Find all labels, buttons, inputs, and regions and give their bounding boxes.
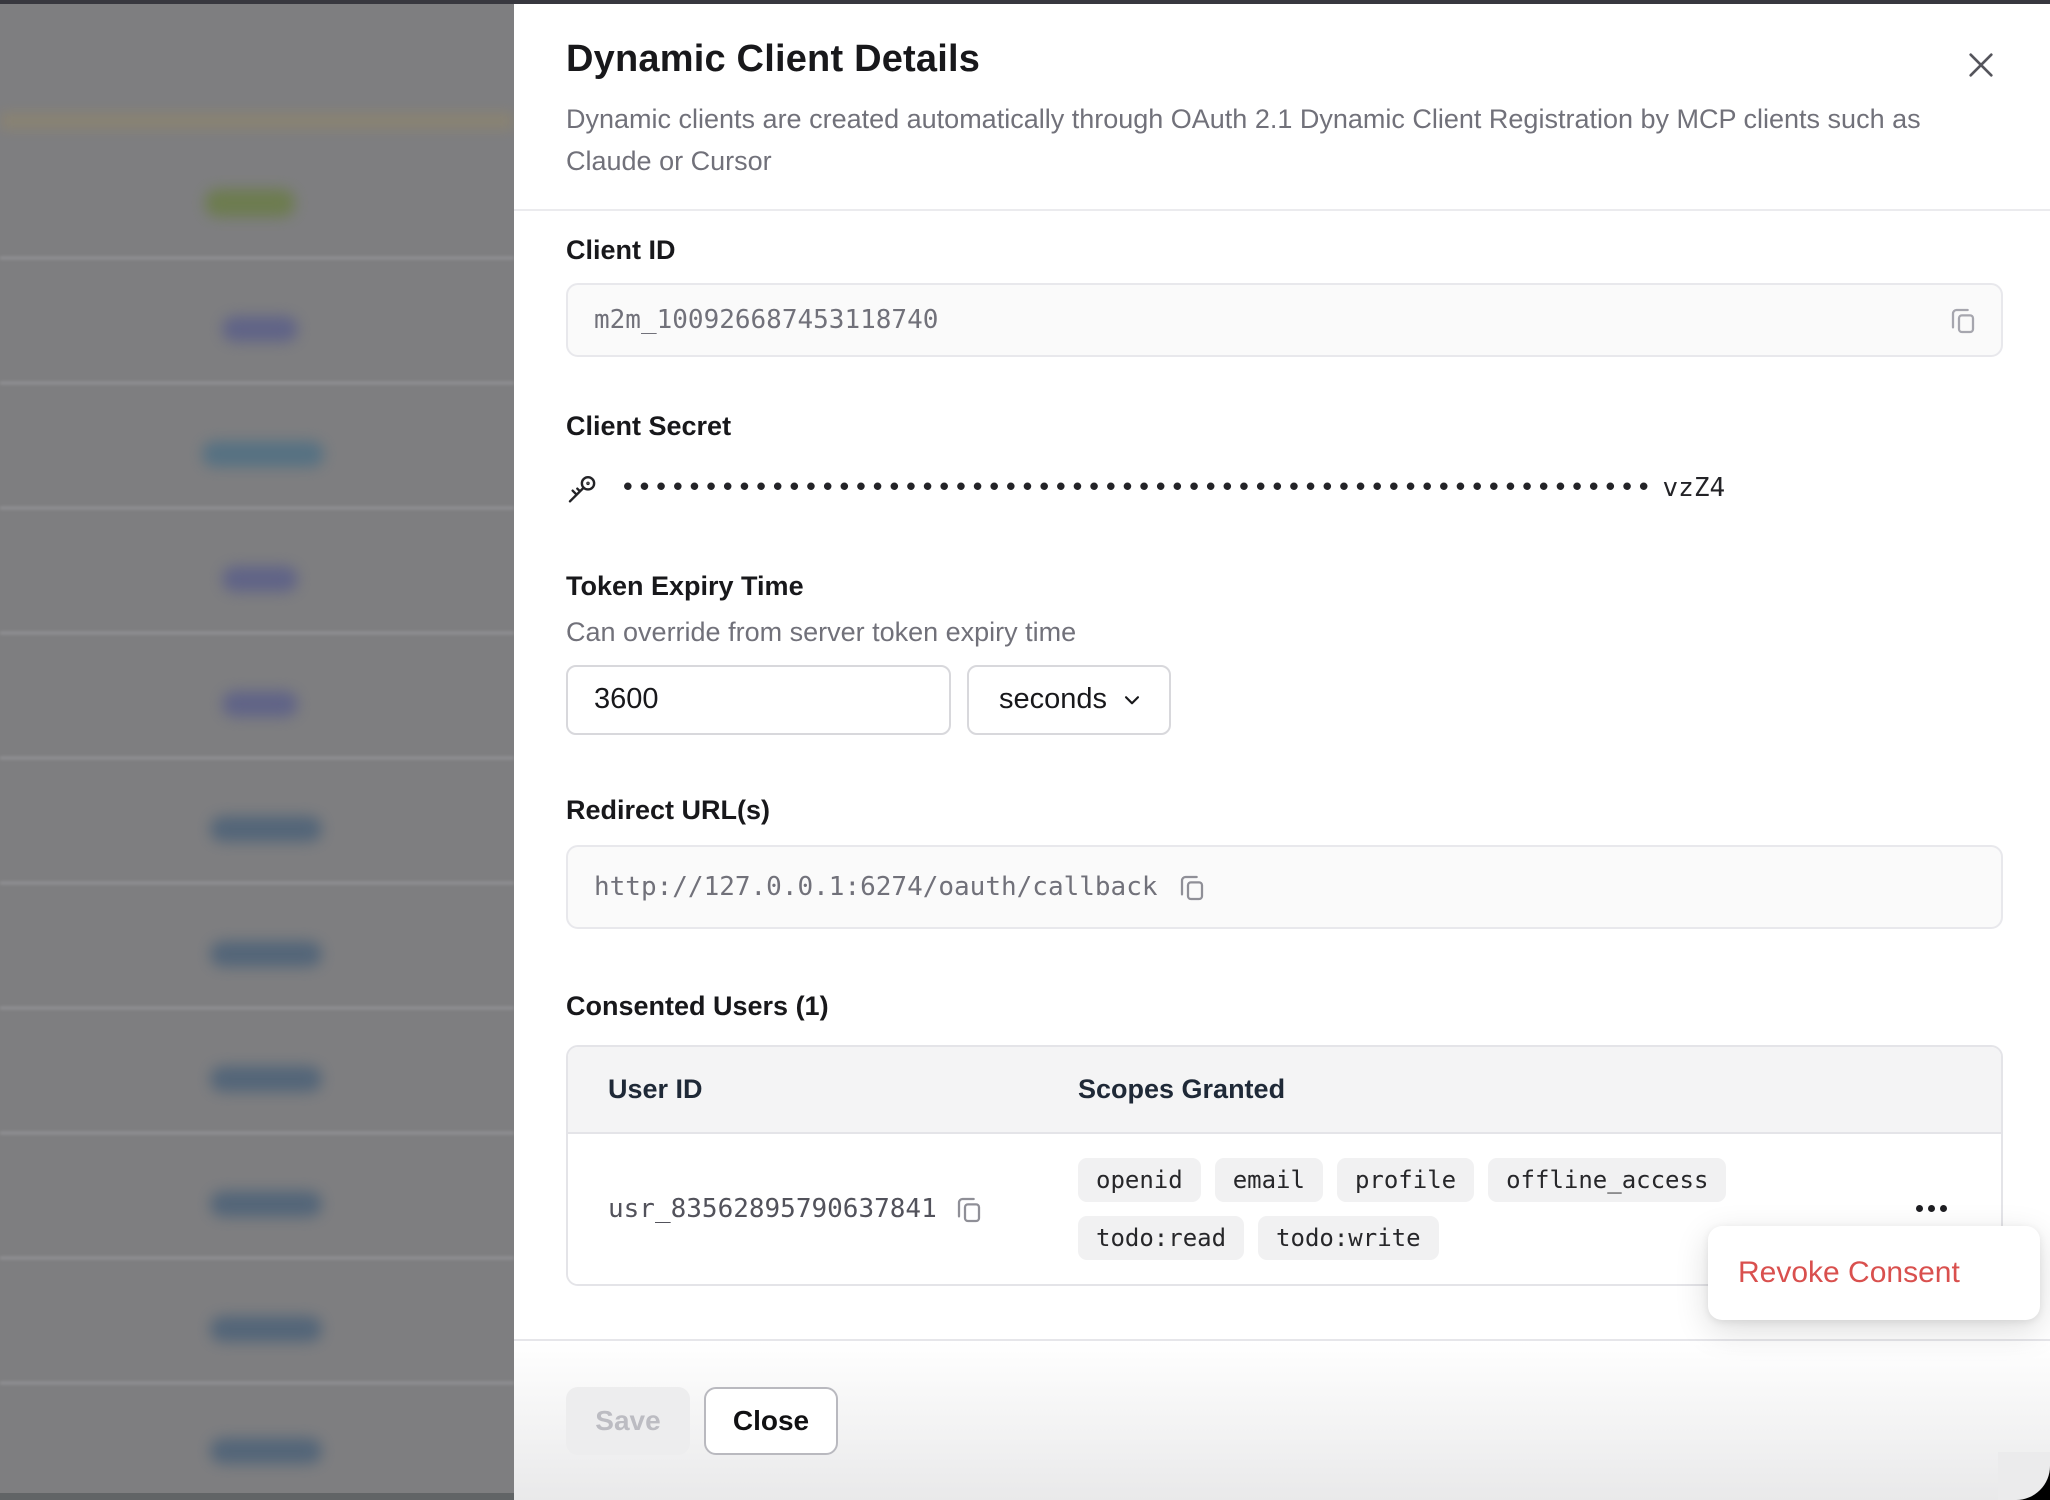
copy-client-id-button[interactable]	[1947, 303, 1979, 337]
token-expiry-input[interactable]	[566, 665, 951, 735]
close-button[interactable]: Close	[704, 1387, 838, 1455]
scope-chip: offline_access	[1488, 1158, 1726, 1202]
token-expiry-section: Token Expiry Time Can override from serv…	[566, 569, 2003, 735]
window-corner	[1998, 1452, 2050, 1500]
client-id-section: Client ID m2m_100926687453118740	[566, 233, 2003, 357]
client-secret-suffix: vzZ4	[1663, 473, 1726, 503]
consented-users-label: Consented Users (1)	[566, 989, 2003, 1023]
table-header-row: User ID Scopes Granted	[568, 1047, 2001, 1134]
column-header-scopes: Scopes Granted	[1078, 1074, 1881, 1105]
copy-redirect-url-button[interactable]	[1176, 870, 1208, 904]
scope-chip: profile	[1337, 1158, 1474, 1202]
window-top-bar	[0, 0, 2050, 4]
copy-icon	[953, 1192, 985, 1226]
token-expiry-label: Token Expiry Time	[566, 569, 2003, 603]
close-dialog-button[interactable]	[1960, 44, 2002, 86]
scope-chip: todo:write	[1258, 1216, 1439, 1260]
save-button[interactable]: Save	[566, 1387, 690, 1455]
user-id-cell: usr_83562895790637841	[568, 1192, 1078, 1226]
user-id-value: usr_83562895790637841	[608, 1194, 937, 1224]
client-secret-row: ••••••••••••••••••••••••••••••••••••••••…	[566, 467, 2003, 509]
close-icon	[1962, 46, 2000, 84]
backdrop-bottom-strip	[0, 1493, 514, 1500]
redirect-urls-section: Redirect URL(s) http://127.0.0.1:6274/oa…	[566, 793, 2003, 929]
client-secret-label: Client Secret	[566, 409, 2003, 443]
screen: Dynamic Client Details Dynamic clients a…	[0, 0, 2050, 1500]
dialog-title: Dynamic Client Details	[566, 38, 1990, 81]
copy-user-id-button[interactable]	[953, 1192, 985, 1226]
redirect-url-value: http://127.0.0.1:6274/oauth/callback	[594, 872, 1158, 902]
token-expiry-helper: Can override from server token expiry ti…	[566, 615, 2003, 649]
backdrop-overlay	[0, 0, 514, 1500]
token-expiry-unit-select[interactable]: seconds	[967, 665, 1171, 735]
dialog-header: Dynamic Client Details Dynamic clients a…	[514, 4, 2050, 211]
scope-chip: email	[1215, 1158, 1323, 1202]
redirect-urls-field: http://127.0.0.1:6274/oauth/callback	[566, 845, 2003, 929]
copy-icon	[1176, 870, 1208, 904]
client-id-label: Client ID	[566, 233, 2003, 267]
row-actions-menu-button[interactable]	[1906, 1195, 1957, 1222]
redirect-urls-label: Redirect URL(s)	[566, 793, 2003, 827]
client-secret-section: Client Secret ••••••••••••••••••••••••••…	[566, 409, 2003, 509]
revoke-consent-menu-item[interactable]: Revoke Consent	[1738, 1256, 1960, 1290]
dialog-footer: Save Close	[514, 1339, 2050, 1500]
column-header-user-id: User ID	[568, 1074, 1078, 1105]
row-actions-context-menu: Revoke Consent	[1708, 1226, 2040, 1320]
key-icon	[566, 472, 598, 504]
client-id-value: m2m_100926687453118740	[594, 305, 938, 335]
client-secret-masked: ••••••••••••••••••••••••••••••••••••••••…	[620, 473, 1653, 503]
scope-chip: openid	[1078, 1158, 1201, 1202]
dialog-body: Client ID m2m_100926687453118740 Client …	[514, 211, 2050, 1339]
token-expiry-unit-value: seconds	[999, 683, 1107, 716]
chevron-down-icon	[1119, 687, 1145, 713]
token-expiry-row: seconds	[566, 665, 2003, 735]
client-id-field: m2m_100926687453118740	[566, 283, 2003, 357]
scope-chip: todo:read	[1078, 1216, 1244, 1260]
copy-icon	[1947, 303, 1979, 337]
dynamic-client-details-dialog: Dynamic Client Details Dynamic clients a…	[514, 4, 2050, 1500]
dialog-description: Dynamic clients are created automaticall…	[566, 99, 1966, 183]
backdrop-accent-band	[0, 112, 514, 130]
